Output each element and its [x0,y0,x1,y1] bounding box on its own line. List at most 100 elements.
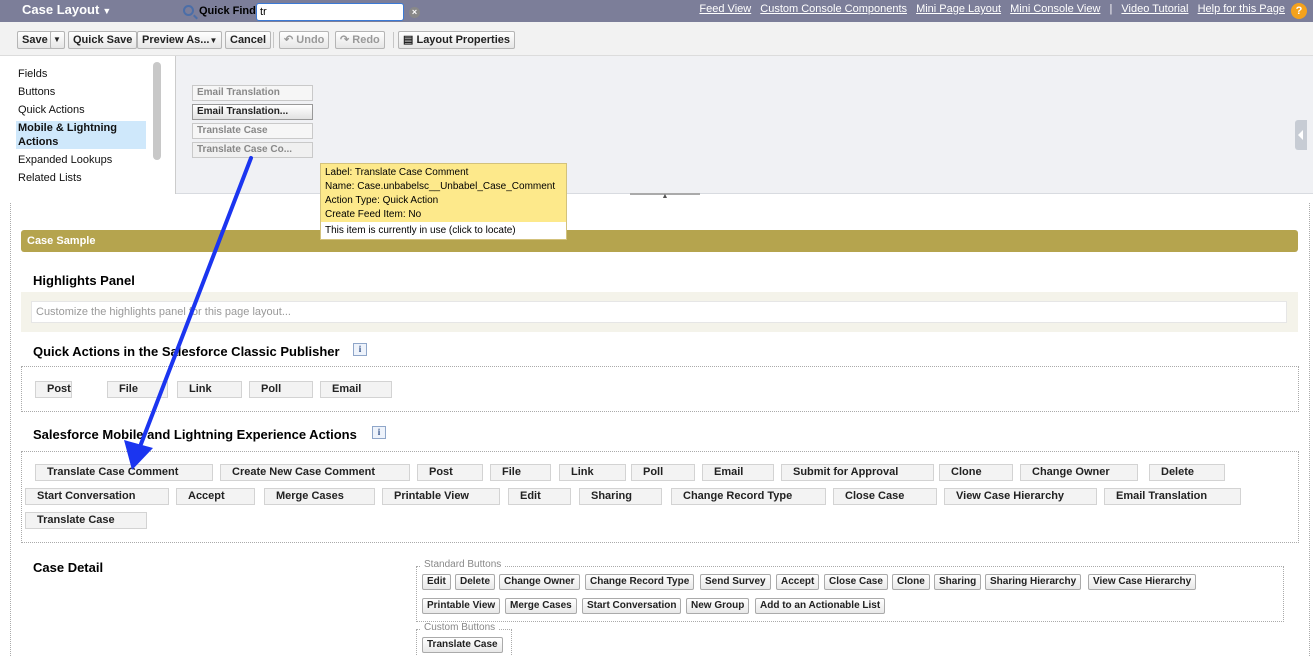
action-chip[interactable]: Email Translation [1104,488,1241,505]
standard-button[interactable]: Change Record Type [585,574,695,590]
cancel-button[interactable]: Cancel [225,31,272,49]
palette-item-email-translation-2[interactable]: Email Translation... [192,104,313,120]
toolbar-divider [273,32,274,48]
undo-icon: ↶ [284,34,294,46]
action-chip[interactable]: Change Record Type [671,488,826,505]
custom-buttons-legend: Custom Buttons [421,622,499,633]
redo-button[interactable]: ↷ Redo [335,31,385,49]
case-sample-bar: Case Sample [21,230,1298,252]
action-chip[interactable]: Create New Case Comment [220,464,410,481]
action-chip[interactable]: Accept [176,488,255,505]
standard-button[interactable]: New Group [686,598,750,614]
highlights-panel-title: Highlights Panel [33,273,135,288]
mini-console-view-link[interactable]: Mini Console View [1010,3,1100,15]
action-chip[interactable]: Edit [508,488,571,505]
action-chip[interactable]: Change Owner [1020,464,1138,481]
action-chip[interactable]: File [107,381,168,398]
action-chip[interactable]: Email [320,381,392,398]
category-related-lists[interactable]: Related Lists [18,172,82,184]
action-chip[interactable]: Start Conversation [25,488,169,505]
feed-view-link[interactable]: Feed View [699,3,751,15]
action-chip[interactable]: Translate Case [25,512,147,529]
standard-buttons-legend: Standard Buttons [421,559,505,570]
custom-button[interactable]: Translate Case [422,637,503,653]
standard-button[interactable]: Printable View [422,598,501,614]
standard-button[interactable]: Merge Cases [505,598,577,614]
standard-button[interactable]: Add to an Actionable List [755,598,886,614]
standard-button[interactable]: Clone [892,574,930,590]
action-chip[interactable]: Merge Cases [264,488,375,505]
tooltip-name: Name: Case.unbabelsc__Unbabel_Case_Comme… [325,181,556,192]
info-icon[interactable]: i [372,426,386,439]
custom-console-components-link[interactable]: Custom Console Components [760,3,907,15]
clear-search-icon[interactable]: × [409,7,420,18]
category-buttons[interactable]: Buttons [18,86,55,98]
action-chip[interactable]: Link [177,381,242,398]
action-chip[interactable]: Submit for Approval [781,464,934,481]
undo-button[interactable]: ↶ Undo [279,31,330,49]
quick-find-label: Quick Find [199,5,256,17]
standard-button[interactable]: Edit [422,574,451,590]
category-mobile-lightning-actions[interactable]: Mobile & Lightning Actions [16,121,146,149]
tooltip-action-type: Action Type: Quick Action [325,195,439,206]
undo-label: Undo [296,34,325,46]
mobile-lightning-title: Salesforce Mobile and Lightning Experien… [33,427,357,442]
caret-down-icon: ▼ [209,36,218,45]
standard-button[interactable]: Close Case [824,574,888,590]
mini-page-layout-link[interactable]: Mini Page Layout [916,3,1001,15]
toolbar-divider [393,32,394,48]
action-chip[interactable]: Printable View [382,488,500,505]
preview-as-button[interactable]: Preview As...▼ [137,31,223,49]
standard-button[interactable]: Start Conversation [582,598,682,614]
action-chip[interactable]: Close Case [833,488,937,505]
action-chip[interactable]: Poll [631,464,695,481]
action-chip[interactable]: Email [702,464,774,481]
palette-collapse-handle[interactable]: ▲ [630,193,700,200]
palette-item-translate-case[interactable]: Translate Case [192,123,313,139]
category-quick-actions[interactable]: Quick Actions [18,104,85,116]
layout-properties-button[interactable]: ▤ Layout Properties [398,31,515,49]
quick-save-button[interactable]: Quick Save [68,31,138,49]
standard-button[interactable]: Accept [776,574,820,590]
palette-side-tab[interactable] [1295,120,1307,150]
action-chip[interactable]: Link [559,464,626,481]
action-chip[interactable]: Post [35,381,72,398]
help-icon[interactable]: ? [1291,3,1307,19]
category-scrollbar[interactable] [153,62,161,160]
layout-title-menu[interactable]: Case Layout ▼ [22,2,111,17]
palette-item-translate-case-comment[interactable]: Translate Case Co... [192,142,313,158]
link-separator: | [1109,3,1113,15]
category-list: Fields Buttons Quick Actions Mobile & Li… [10,56,176,194]
tooltip-create-feed: Create Feed Item: No [325,209,422,220]
caret-down-icon: ▼ [102,6,112,16]
action-chip[interactable]: Translate Case Comment [35,464,213,481]
standard-button[interactable]: Sharing [934,574,982,590]
save-button[interactable]: Save [17,31,53,49]
header-links: Feed View Custom Console Components Mini… [693,3,1285,15]
palette-item-email-translation[interactable]: Email Translation [192,85,313,101]
category-fields[interactable]: Fields [18,68,47,80]
category-expanded-lookups[interactable]: Expanded Lookups [18,154,112,166]
save-dropdown-button[interactable]: ▼ [50,31,65,49]
properties-icon: ▤ [403,34,414,46]
help-link[interactable]: Help for this Page [1198,3,1285,15]
layout-properties-label: Layout Properties [416,34,510,46]
standard-button[interactable]: Send Survey [700,574,771,590]
action-chip[interactable]: Clone [939,464,1013,481]
action-chip[interactable]: File [490,464,551,481]
highlights-panel-placeholder[interactable]: Customize the highlights panel for this … [31,301,1287,323]
redo-icon: ↷ [340,34,350,46]
quick-find-input[interactable] [256,3,404,21]
action-chip[interactable]: Poll [249,381,313,398]
action-chip[interactable]: View Case Hierarchy [944,488,1097,505]
standard-button[interactable]: View Case Hierarchy [1088,574,1197,590]
standard-button[interactable]: Sharing Hierarchy [985,574,1082,590]
standard-button[interactable]: Change Owner [499,574,580,590]
action-chip[interactable]: Delete [1149,464,1225,481]
tooltip-footer: This item is currently in use (click to … [325,225,516,236]
video-tutorial-link[interactable]: Video Tutorial [1121,3,1188,15]
info-icon[interactable]: i [353,343,367,356]
action-chip[interactable]: Post [417,464,483,481]
standard-button[interactable]: Delete [455,574,496,590]
action-chip[interactable]: Sharing [579,488,662,505]
